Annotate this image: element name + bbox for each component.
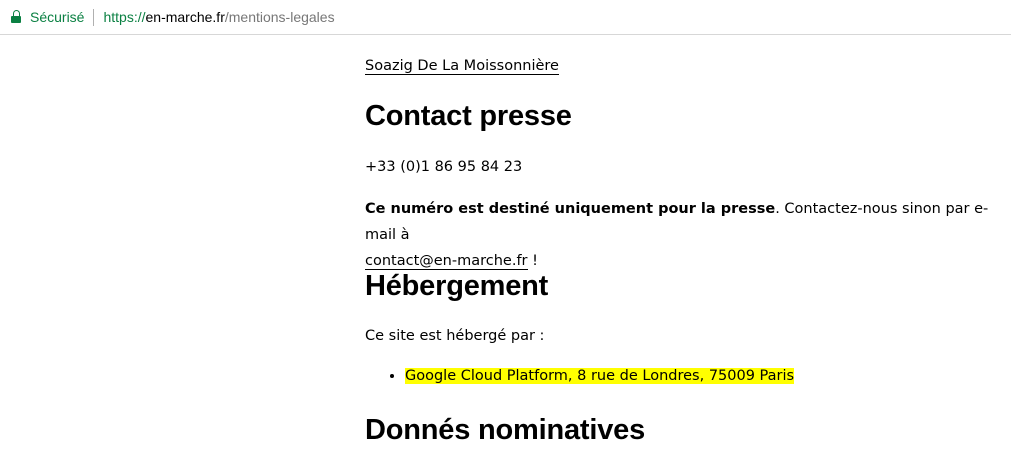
secure-label[interactable]: Sécurisé: [30, 9, 84, 25]
press-notice-bold: Ce numéro est destiné uniquement pour la…: [365, 201, 776, 217]
author-paragraph: Soazig De La Moissonnière: [365, 54, 559, 78]
list-item: Google Cloud Platform, 8 rue de Londres,…: [405, 364, 795, 388]
hosting-provider: Google Cloud Platform, 8 rue de Londres,…: [405, 368, 795, 384]
author-link[interactable]: Soazig De La Moissonnière: [365, 58, 559, 75]
personal-data-heading: Donnés nominatives: [365, 414, 646, 446]
url-path: /mentions-legales: [224, 9, 335, 25]
contact-email-link[interactable]: contact@en-marche.fr: [365, 253, 528, 270]
hosting-heading: Hébergement: [365, 270, 549, 302]
url-host: en-marche.fr: [145, 9, 225, 25]
url-scheme: https://: [103, 9, 146, 25]
hosting-list: Google Cloud Platform, 8 rue de Londres,…: [365, 364, 795, 388]
lock-icon[interactable]: [11, 10, 21, 24]
hosting-intro: Ce site est hébergé par :: [365, 328, 545, 344]
address-bar: Sécurisé https://en-marche.fr/mentions-l…: [0, 0, 1011, 35]
press-notice-end: !: [527, 253, 538, 269]
omnibox-separator: [93, 8, 95, 26]
contact-press-heading: Contact presse: [365, 100, 572, 132]
press-notice: Ce numéro est destiné uniquement pour la…: [365, 196, 1005, 274]
url-text[interactable]: https://en-marche.fr/mentions-legales: [103, 9, 334, 25]
omnibox[interactable]: Sécurisé https://en-marche.fr/mentions-l…: [0, 2, 1011, 32]
press-phone: +33 (0)1 86 95 84 23: [365, 159, 523, 175]
